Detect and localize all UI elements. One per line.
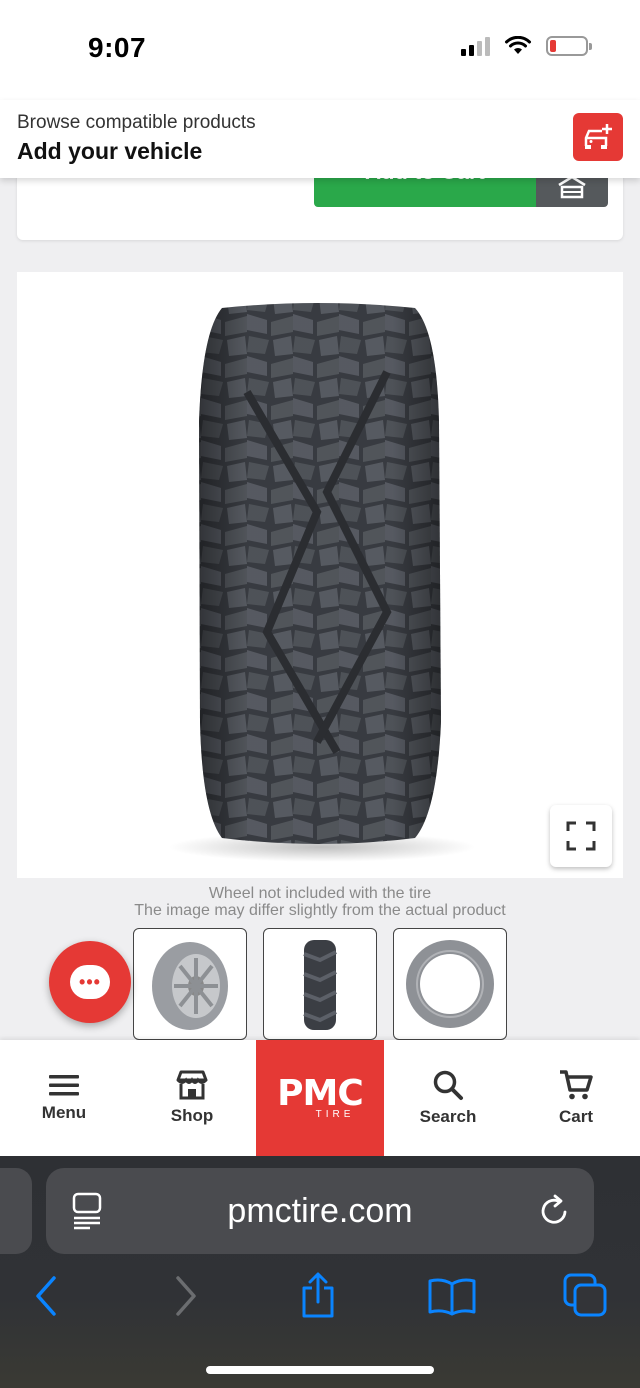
product-image-tire[interactable] [17, 272, 623, 878]
nav-menu[interactable]: Menu [0, 1040, 128, 1156]
nav-search-label: Search [419, 1107, 477, 1126]
status-bar: 9:07 [0, 0, 640, 100]
nav-cart[interactable]: Cart [512, 1040, 640, 1156]
cellular-signal-icon [461, 36, 490, 56]
fullscreen-expand-icon [566, 821, 596, 851]
thumbnail-tire-side[interactable] [393, 928, 507, 1040]
browser-chrome: pmctire.com [0, 1156, 640, 1388]
tire-tread-thumbnail-image [303, 940, 337, 1030]
add-vehicle-banner[interactable]: Browse compatible products Add your vehi… [0, 100, 640, 178]
thumbnail-tire-tread-front[interactable] [263, 928, 377, 1040]
battery-icon [546, 36, 592, 56]
nav-cart-label: Cart [558, 1107, 593, 1126]
cart-icon [560, 1070, 593, 1100]
fullscreen-button[interactable] [550, 805, 612, 867]
wifi-icon [505, 36, 531, 54]
back-button[interactable] [16, 1266, 76, 1326]
vehicle-banner-title[interactable]: Add your vehicle [17, 138, 202, 165]
vehicle-banner-subtitle: Browse compatible products [17, 112, 256, 133]
address-bar[interactable]: pmctire.com [46, 1168, 594, 1254]
nav-shop[interactable]: Shop [128, 1040, 256, 1156]
previous-tab-peek[interactable] [0, 1168, 32, 1254]
tabs-icon [563, 1273, 607, 1317]
browser-toolbar [0, 1266, 640, 1336]
chevron-left-icon [36, 1276, 56, 1316]
logo-subtext: TIRE [315, 1108, 355, 1120]
bottom-navigation: Menu Shop PMC TIRE Search Cart [0, 1040, 640, 1156]
chat-bubble-icon: ••• [70, 965, 110, 999]
chevron-right-icon [176, 1276, 196, 1316]
bookmarks-button[interactable] [422, 1266, 482, 1326]
tire-with-wheel-thumbnail-image [152, 942, 228, 1030]
nav-search[interactable]: Search [384, 1040, 512, 1156]
tire-side-thumbnail-image [406, 940, 494, 1028]
thumbnail-tire-with-wheel[interactable] [133, 928, 247, 1040]
share-button[interactable] [288, 1266, 348, 1326]
status-time: 9:07 [88, 32, 147, 63]
tabs-button[interactable] [556, 1266, 616, 1326]
hamburger-icon [49, 1075, 79, 1096]
reload-icon[interactable] [538, 1192, 572, 1230]
nav-menu-label: Menu [41, 1103, 87, 1122]
search-icon [433, 1070, 463, 1100]
add-vehicle-icon [584, 124, 612, 149]
forward-button[interactable] [156, 1266, 216, 1326]
add-vehicle-button[interactable] [573, 113, 623, 161]
status-icons [461, 36, 592, 56]
disclaimer-line-1: Wheel not included with the tire [208, 885, 432, 902]
book-icon [428, 1278, 476, 1316]
storefront-icon [176, 1070, 208, 1100]
disclaimer-line-2: The image may differ slightly from the a… [134, 902, 506, 919]
nav-shop-label: Shop [170, 1106, 214, 1125]
chat-button[interactable]: ••• [49, 941, 131, 1023]
home-indicator [206, 1366, 434, 1374]
product-image-card [17, 272, 623, 878]
logo-text: PMC [277, 1072, 364, 1114]
url-text: pmctire.com [227, 1192, 413, 1230]
pmc-logo-home[interactable]: PMC TIRE [256, 1040, 384, 1156]
share-icon [302, 1272, 334, 1318]
